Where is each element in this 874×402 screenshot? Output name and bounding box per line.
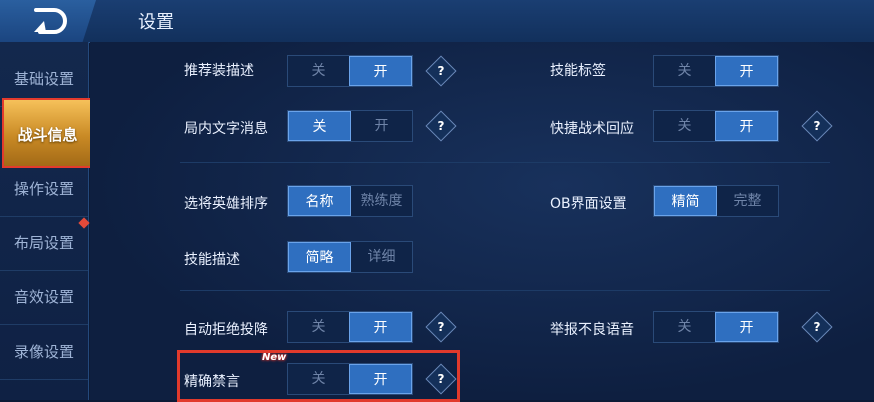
toggle-auto-refuse-surrender[interactable]: 关 开 <box>287 311 413 343</box>
label-precise-mute: 精确禁言 <box>184 374 240 390</box>
divider <box>180 290 830 291</box>
option-detailed[interactable]: 详细 <box>351 242 412 272</box>
label-skill-tag: 技能标签 <box>550 63 606 79</box>
option-off[interactable]: 关 <box>288 364 349 394</box>
option-on[interactable]: 开 <box>715 111 778 141</box>
option-simple[interactable]: 精简 <box>654 186 717 216</box>
sidebar-item-replay[interactable]: 录像设置 <box>0 325 88 380</box>
toggle-quick-tactics-reply[interactable]: 关 开 <box>653 110 779 142</box>
toggle-hero-sort[interactable]: 名称 熟练度 <box>287 185 413 217</box>
option-off[interactable]: 关 <box>288 312 349 342</box>
toggle-precise-mute[interactable]: 关 开 <box>287 363 413 395</box>
option-off[interactable]: 关 <box>288 56 349 86</box>
toggle-skill-desc[interactable]: 简略 详细 <box>287 241 413 273</box>
toggle-ob-ui[interactable]: 精简 完整 <box>653 185 779 217</box>
toggle-recommend-equip-desc[interactable]: 关 开 <box>287 55 413 87</box>
option-on[interactable]: 开 <box>715 56 778 86</box>
divider <box>180 162 830 163</box>
sidebar-item-layout[interactable]: 布局设置 <box>0 216 88 271</box>
label-hero-sort: 选将英雄排序 <box>184 196 268 212</box>
option-on[interactable]: 开 <box>349 312 412 342</box>
label-report-bad-voice: 举报不良语音 <box>550 322 634 338</box>
option-off[interactable]: 关 <box>654 312 715 342</box>
back-button[interactable] <box>0 0 96 42</box>
sidebar-item-controls[interactable]: 操作设置 <box>0 162 88 217</box>
sidebar: 基础设置 战斗信息 操作设置 布局设置 音效设置 录像设置 <box>0 42 93 400</box>
option-off[interactable]: 关 <box>288 111 351 141</box>
option-off[interactable]: 关 <box>654 111 715 141</box>
toggle-skill-tag[interactable]: 关 开 <box>653 55 779 87</box>
sidebar-item-sound[interactable]: 音效设置 <box>0 270 88 325</box>
label-skill-desc: 技能描述 <box>184 252 240 268</box>
label-in-game-text: 局内文字消息 <box>184 121 268 137</box>
option-proficiency[interactable]: 熟练度 <box>351 186 412 216</box>
option-on[interactable]: 开 <box>715 312 778 342</box>
option-full[interactable]: 完整 <box>717 186 778 216</box>
option-brief[interactable]: 简略 <box>288 242 351 272</box>
option-off[interactable]: 关 <box>654 56 715 86</box>
label-ob-ui: OB界面设置 <box>550 196 627 212</box>
toggle-report-bad-voice[interactable]: 关 开 <box>653 311 779 343</box>
option-on[interactable]: 开 <box>349 364 412 394</box>
new-badge: New <box>262 352 287 363</box>
option-name[interactable]: 名称 <box>288 186 351 216</box>
sidebar-item-battle-info[interactable]: 战斗信息 <box>2 98 93 168</box>
option-on[interactable]: 开 <box>349 56 412 86</box>
label-auto-refuse-surrender: 自动拒绝投降 <box>184 322 268 338</box>
label-recommend-equip-desc: 推荐装描述 <box>184 63 254 79</box>
page-title: 设置 <box>138 12 174 33</box>
toggle-in-game-text[interactable]: 关 开 <box>287 110 413 142</box>
option-on[interactable]: 开 <box>351 111 412 141</box>
settings-panel <box>90 42 874 400</box>
label-quick-tactics-reply: 快捷战术回应 <box>550 121 634 137</box>
top-bar: 设置 <box>0 0 874 43</box>
back-arrow-icon <box>34 8 67 34</box>
